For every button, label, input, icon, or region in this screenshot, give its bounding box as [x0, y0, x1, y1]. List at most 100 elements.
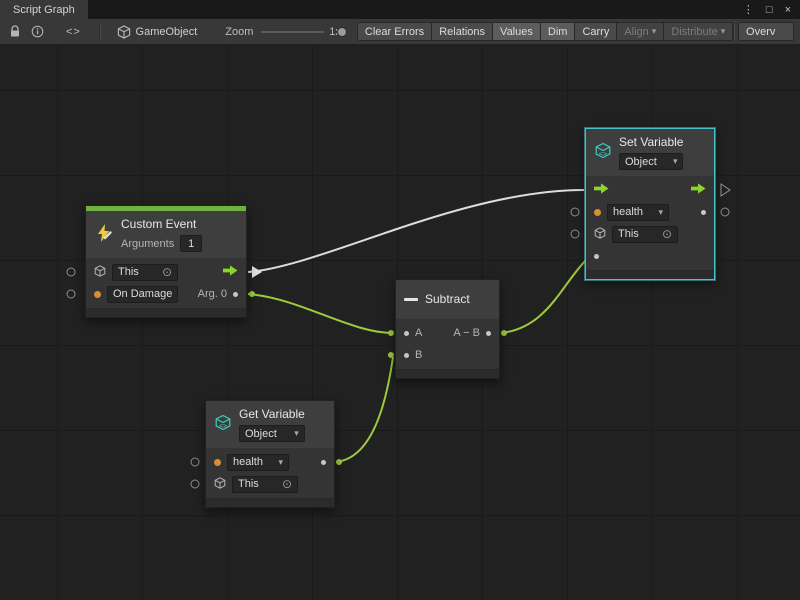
- variable-name-row: health▾: [586, 201, 714, 223]
- variable-name-dropdown[interactable]: health▾: [227, 454, 289, 471]
- variable-scope-dropdown[interactable]: Object▾: [239, 425, 305, 442]
- overview-button[interactable]: Overv: [738, 22, 794, 41]
- arguments-label: Arguments: [121, 238, 174, 250]
- flow-out-port[interactable]: [691, 183, 706, 197]
- chevron-down-icon: ▾: [658, 207, 663, 218]
- port-setvariable-target-external[interactable]: [571, 230, 579, 238]
- chevron-down-icon: ▾: [278, 457, 283, 468]
- flow-arrowhead-icon: [252, 266, 262, 278]
- node-title: Set Variable: [619, 135, 683, 150]
- port-customevent-name-external[interactable]: [67, 290, 75, 298]
- maximize-icon[interactable]: □: [766, 4, 773, 16]
- tab-bar: Script Graph ⋮ □ ×: [0, 0, 800, 19]
- node-body: This⊙ On Damage Arg. 0: [86, 258, 246, 308]
- zoom-slider-track[interactable]: [261, 31, 324, 33]
- tab-script-graph[interactable]: Script Graph: [0, 0, 88, 19]
- event-name-field[interactable]: On Damage: [107, 286, 178, 303]
- clear-errors-button[interactable]: Clear Errors: [357, 22, 432, 41]
- target-field[interactable]: This⊙: [112, 264, 178, 281]
- string-port[interactable]: [94, 291, 101, 298]
- node-body: health▾ This⊙: [206, 448, 334, 498]
- input-a-port[interactable]: [404, 331, 409, 336]
- chevron-down-icon: ▾: [673, 156, 678, 167]
- value-in-port[interactable]: [594, 254, 599, 259]
- align-dropdown[interactable]: Align▾: [616, 22, 664, 41]
- chevron-down-icon: ▾: [294, 428, 299, 439]
- node-get-variable[interactable]: <> Get Variable Object▾ health▾: [205, 400, 335, 508]
- code-icon[interactable]: <>: [66, 26, 81, 38]
- event-name-row: On Damage Arg. 0: [86, 283, 246, 305]
- values-toggle[interactable]: Values: [492, 22, 541, 41]
- wire-endpoint-dot: [388, 330, 394, 336]
- target-field[interactable]: This⊙: [612, 226, 678, 243]
- svg-text:<>: <>: [599, 150, 607, 158]
- variable-name-row: health▾: [206, 451, 334, 473]
- target-row: This⊙: [206, 473, 334, 495]
- distribute-dropdown[interactable]: Distribute▾: [663, 22, 733, 41]
- info-icon[interactable]: [31, 25, 44, 38]
- node-footer: [586, 270, 714, 279]
- target-picker-icon[interactable]: ⊙: [282, 479, 292, 489]
- gameobject-cube-icon: [214, 477, 226, 492]
- gameobject-cube-icon: [94, 265, 106, 280]
- variable-cube-icon: <>: [214, 414, 232, 435]
- node-header: Custom Event Arguments 1: [86, 211, 246, 258]
- node-footer: [206, 498, 334, 507]
- target-picker-icon[interactable]: ⊙: [662, 229, 672, 239]
- port-setvariable-name-external[interactable]: [571, 208, 579, 216]
- node-body: health▾ This⊙: [586, 176, 714, 270]
- toolbar-separator: [99, 24, 100, 40]
- variable-cube-icon: <>: [594, 142, 612, 163]
- node-header: <> Get Variable Object▾: [206, 401, 334, 448]
- custom-event-icon: [94, 223, 114, 246]
- variable-name-dropdown[interactable]: health▾: [607, 204, 669, 221]
- value-out-port[interactable]: [321, 460, 326, 465]
- node-custom-event[interactable]: Custom Event Arguments 1 This⊙: [85, 205, 247, 318]
- wire-flow-customevent-to-setvariable[interactable]: [248, 190, 584, 272]
- flow-out-port[interactable]: [223, 265, 238, 279]
- svg-text:<>: <>: [219, 422, 227, 430]
- gameobject-label: GameObject: [136, 26, 198, 38]
- variable-scope-dropdown[interactable]: Object▾: [619, 153, 683, 170]
- value-out-port[interactable]: [701, 210, 706, 215]
- node-subtract[interactable]: Subtract A A − B B: [395, 279, 500, 379]
- input-b-port[interactable]: [404, 353, 409, 358]
- target-field[interactable]: This⊙: [232, 476, 298, 493]
- output-label: A − B: [453, 327, 480, 339]
- relations-button[interactable]: Relations: [431, 22, 493, 41]
- node-header: <> Set Variable Object▾: [586, 129, 714, 176]
- node-title: Subtract: [425, 292, 470, 307]
- wire-subtract-to-setvariable-value[interactable]: [501, 258, 588, 333]
- name-port[interactable]: [214, 459, 221, 466]
- graph-toolbar: <> GameObject Zoom 1x Clear Errors Relat…: [0, 19, 800, 45]
- wire-endpoint-dot: [336, 459, 342, 465]
- port-getvariable-name-external[interactable]: [191, 458, 199, 466]
- lock-icon[interactable]: [9, 25, 21, 38]
- gameobject-reference[interactable]: GameObject: [117, 25, 198, 39]
- port-setvariable-out-external[interactable]: [721, 208, 729, 216]
- output-port[interactable]: [486, 331, 491, 336]
- wire-getvariable-to-subtract-b[interactable]: [336, 357, 393, 462]
- port-setvariable-flowout-external[interactable]: [721, 184, 730, 196]
- zoom-slider-handle[interactable]: [337, 27, 347, 37]
- arg0-out-port[interactable]: [233, 292, 238, 297]
- flow-in-port[interactable]: [594, 183, 609, 197]
- window-menu-icon[interactable]: ⋮: [743, 3, 754, 16]
- node-set-variable[interactable]: <> Set Variable Object▾: [585, 128, 715, 280]
- flow-row: [586, 179, 714, 201]
- input-b-row: B: [396, 344, 499, 366]
- port-getvariable-target-external[interactable]: [191, 480, 199, 488]
- chevron-down-icon: ▾: [652, 26, 657, 37]
- graph-canvas[interactable]: Custom Event Arguments 1 This⊙: [0, 45, 800, 600]
- wire-arg0-to-subtract-a[interactable]: [248, 294, 393, 333]
- gameobject-cube-icon: [117, 25, 131, 39]
- name-port[interactable]: [594, 209, 601, 216]
- dim-toggle[interactable]: Dim: [540, 22, 576, 41]
- arguments-field[interactable]: 1: [180, 235, 202, 252]
- port-customevent-target-external[interactable]: [67, 268, 75, 276]
- close-icon[interactable]: ×: [785, 4, 791, 16]
- tab-title: Script Graph: [13, 4, 75, 16]
- carry-button[interactable]: Carry: [574, 22, 617, 41]
- zoom-slider[interactable]: [261, 25, 324, 39]
- target-picker-icon[interactable]: ⊙: [162, 267, 172, 277]
